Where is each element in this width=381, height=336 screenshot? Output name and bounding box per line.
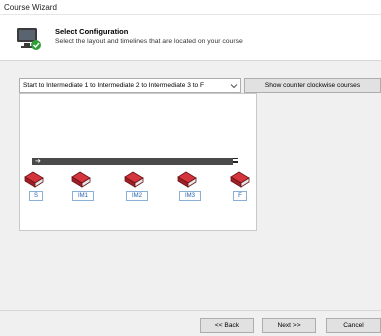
layout-select[interactable]: Start to Intermediate 1 to Intermediate … [19, 78, 241, 93]
marker-book-icon[interactable] [70, 169, 92, 189]
chevron-down-icon[interactable] [230, 82, 238, 90]
marker-label: IM3 [179, 191, 201, 201]
marker-book-icon[interactable] [229, 169, 251, 189]
marker-label: IM1 [72, 191, 94, 201]
marker-label: F [233, 191, 247, 201]
marker-label: S [29, 191, 43, 201]
wizard-header: Select Configuration Select the layout a… [0, 15, 381, 60]
window-title: Course Wizard [4, 3, 57, 12]
wizard-body: Start to Intermediate 1 to Intermediate … [0, 60, 381, 310]
wizard-monitor-icon [17, 28, 41, 50]
finish-flag-icon [233, 158, 238, 165]
header-subtitle: Select the layout and timelines that are… [55, 38, 243, 45]
header-title: Select Configuration [55, 27, 129, 36]
marker-label: IM2 [126, 191, 148, 201]
marker-book-icon[interactable] [23, 169, 45, 189]
marker-book-icon[interactable] [176, 169, 198, 189]
title-bar: Course Wizard [0, 0, 381, 15]
start-arrow-icon: ➔ [35, 158, 41, 165]
show-ccw-courses-button[interactable]: Show counter clockwise courses [244, 78, 381, 93]
layout-select-value: Start to Intermediate 1 to Intermediate … [23, 82, 205, 89]
wizard-nav-bar: << Back Next >> Cancel [0, 310, 381, 336]
marker-book-icon[interactable] [123, 169, 145, 189]
course-track: ➔ [32, 158, 238, 165]
course-preview: ➔ S IM1 IM2 IM3 F [19, 93, 257, 231]
next-button[interactable]: Next >> [262, 318, 316, 333]
cancel-button[interactable]: Cancel [326, 318, 381, 333]
back-button[interactable]: << Back [200, 318, 254, 333]
